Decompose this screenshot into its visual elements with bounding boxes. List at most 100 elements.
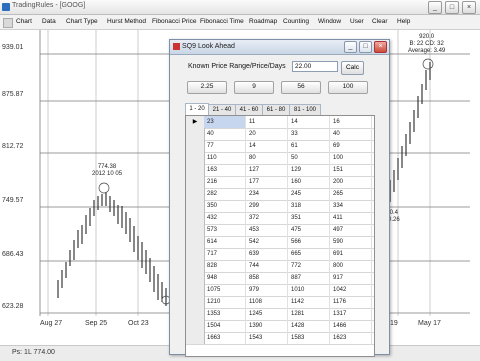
table-cell[interactable]: 1042 <box>330 284 372 296</box>
table-cell[interactable]: 542 <box>246 236 288 248</box>
preset-button[interactable]: 56 <box>281 81 321 94</box>
table-cell[interactable]: 110 <box>204 152 246 164</box>
table-cell[interactable]: 475 <box>288 224 330 236</box>
menu-counting[interactable]: Counting <box>283 18 309 25</box>
table-row[interactable]: 1663 1543 1583 1623 <box>186 332 374 345</box>
row-header[interactable] <box>186 200 205 212</box>
minimize-button[interactable]: _ <box>428 1 442 14</box>
row-header[interactable] <box>186 164 205 176</box>
menu-user[interactable]: User <box>350 18 364 25</box>
table-cell[interactable]: 11 <box>246 116 288 128</box>
table-cell[interactable]: 566 <box>288 236 330 248</box>
table-cell[interactable]: 1010 <box>288 284 330 296</box>
table-cell[interactable]: 1142 <box>288 296 330 308</box>
row-header[interactable] <box>186 224 205 236</box>
table-cell[interactable]: 234 <box>246 188 288 200</box>
table-cell[interactable]: 744 <box>246 260 288 272</box>
row-header[interactable] <box>186 140 205 152</box>
table-cell[interactable]: 372 <box>246 212 288 224</box>
row-header[interactable] <box>186 188 205 200</box>
menu-help[interactable]: Help <box>397 18 410 25</box>
calc-button[interactable]: Calc <box>341 61 364 75</box>
tab-1-20[interactable]: 1 - 20 <box>185 103 209 115</box>
row-header[interactable] <box>186 236 205 248</box>
table-cell[interactable]: 40 <box>204 128 246 140</box>
menu-roadmap[interactable]: Roadmap <box>249 18 277 25</box>
table-cell[interactable]: 216 <box>204 176 246 188</box>
table-cell[interactable]: 265 <box>330 188 372 200</box>
table-cell[interactable]: 129 <box>288 164 330 176</box>
price-range-input[interactable] <box>292 61 338 72</box>
table-cell[interactable]: 50 <box>288 152 330 164</box>
row-header[interactable] <box>186 260 205 272</box>
table-cell[interactable]: 1075 <box>204 284 246 296</box>
row-header[interactable] <box>186 296 205 308</box>
table-cell[interactable]: 33 <box>288 128 330 140</box>
table-cell[interactable]: 163 <box>204 164 246 176</box>
table-cell[interactable]: 691 <box>330 248 372 260</box>
table-cell[interactable]: 411 <box>330 212 372 224</box>
dialog-close-button[interactable]: × <box>374 41 387 53</box>
preset-button[interactable]: 9 <box>234 81 274 94</box>
table-cell[interactable]: 432 <box>204 212 246 224</box>
table-cell[interactable]: 151 <box>330 164 372 176</box>
table-cell[interactable]: 1428 <box>288 320 330 332</box>
row-header[interactable] <box>186 284 205 296</box>
row-header[interactable] <box>186 320 205 332</box>
row-header[interactable] <box>186 128 205 140</box>
table-cell[interactable]: 20 <box>246 128 288 140</box>
menu-clear[interactable]: Clear <box>372 18 388 25</box>
table-cell[interactable]: 80 <box>246 152 288 164</box>
table-cell[interactable]: 1210 <box>204 296 246 308</box>
table-cell[interactable]: 948 <box>204 272 246 284</box>
menu-chart-type[interactable]: Chart Type <box>66 18 98 25</box>
menu-fibonacci-price[interactable]: Fibonacci Price <box>152 18 196 25</box>
table-cell[interactable]: 334 <box>330 200 372 212</box>
table-cell[interactable]: 1108 <box>246 296 288 308</box>
table-cell[interactable]: 299 <box>246 200 288 212</box>
tab-61-80[interactable]: 61 - 80 <box>262 104 290 115</box>
row-header[interactable] <box>186 176 205 188</box>
table-cell[interactable]: 639 <box>246 248 288 260</box>
table-cell[interactable]: 69 <box>330 140 372 152</box>
document-icon[interactable] <box>3 18 13 28</box>
table-cell[interactable]: 14 <box>288 116 330 128</box>
table-cell[interactable]: 887 <box>288 272 330 284</box>
table-cell[interactable]: 318 <box>288 200 330 212</box>
dialog-maximize-button[interactable]: □ <box>359 41 372 53</box>
table-cell[interactable]: 16 <box>330 116 372 128</box>
row-header[interactable] <box>186 308 205 320</box>
table-cell[interactable]: 1281 <box>288 308 330 320</box>
row-header[interactable] <box>186 272 205 284</box>
table-cell[interactable]: 1353 <box>204 308 246 320</box>
table-cell[interactable]: 1176 <box>330 296 372 308</box>
table-cell[interactable]: 1663 <box>204 332 246 344</box>
row-header[interactable] <box>186 332 205 344</box>
table-cell[interactable]: 573 <box>204 224 246 236</box>
table-cell[interactable]: 772 <box>288 260 330 272</box>
tab-21-40[interactable]: 21 - 40 <box>208 104 236 115</box>
row-header[interactable] <box>186 248 205 260</box>
table-cell[interactable]: 717 <box>204 248 246 260</box>
table-cell[interactable]: 1317 <box>330 308 372 320</box>
close-button[interactable]: × <box>462 1 476 14</box>
table-cell[interactable]: 1245 <box>246 308 288 320</box>
dialog-title-bar[interactable]: SQ9 Look Ahead _ □ × <box>170 40 389 55</box>
table-cell[interactable]: 828 <box>204 260 246 272</box>
table-cell[interactable]: 245 <box>288 188 330 200</box>
table-cell[interactable]: 1623 <box>330 332 372 344</box>
row-header[interactable] <box>186 152 205 164</box>
sq9-look-ahead-dialog[interactable]: SQ9 Look Ahead _ □ × Known Price Range/P… <box>169 39 390 357</box>
table-cell[interactable]: 1466 <box>330 320 372 332</box>
table-cell[interactable]: 1583 <box>288 332 330 344</box>
table-cell[interactable]: 127 <box>246 164 288 176</box>
table-cell[interactable]: 1504 <box>204 320 246 332</box>
table-cell[interactable]: 979 <box>246 284 288 296</box>
table-cell[interactable]: 14 <box>246 140 288 152</box>
table-cell[interactable]: 351 <box>288 212 330 224</box>
menu-hurst-method[interactable]: Hurst Method <box>107 18 146 25</box>
table-cell[interactable]: 77 <box>204 140 246 152</box>
table-cell[interactable]: 200 <box>330 176 372 188</box>
preset-button[interactable]: 2.25 <box>187 81 227 94</box>
tab-41-60[interactable]: 41 - 60 <box>235 104 263 115</box>
